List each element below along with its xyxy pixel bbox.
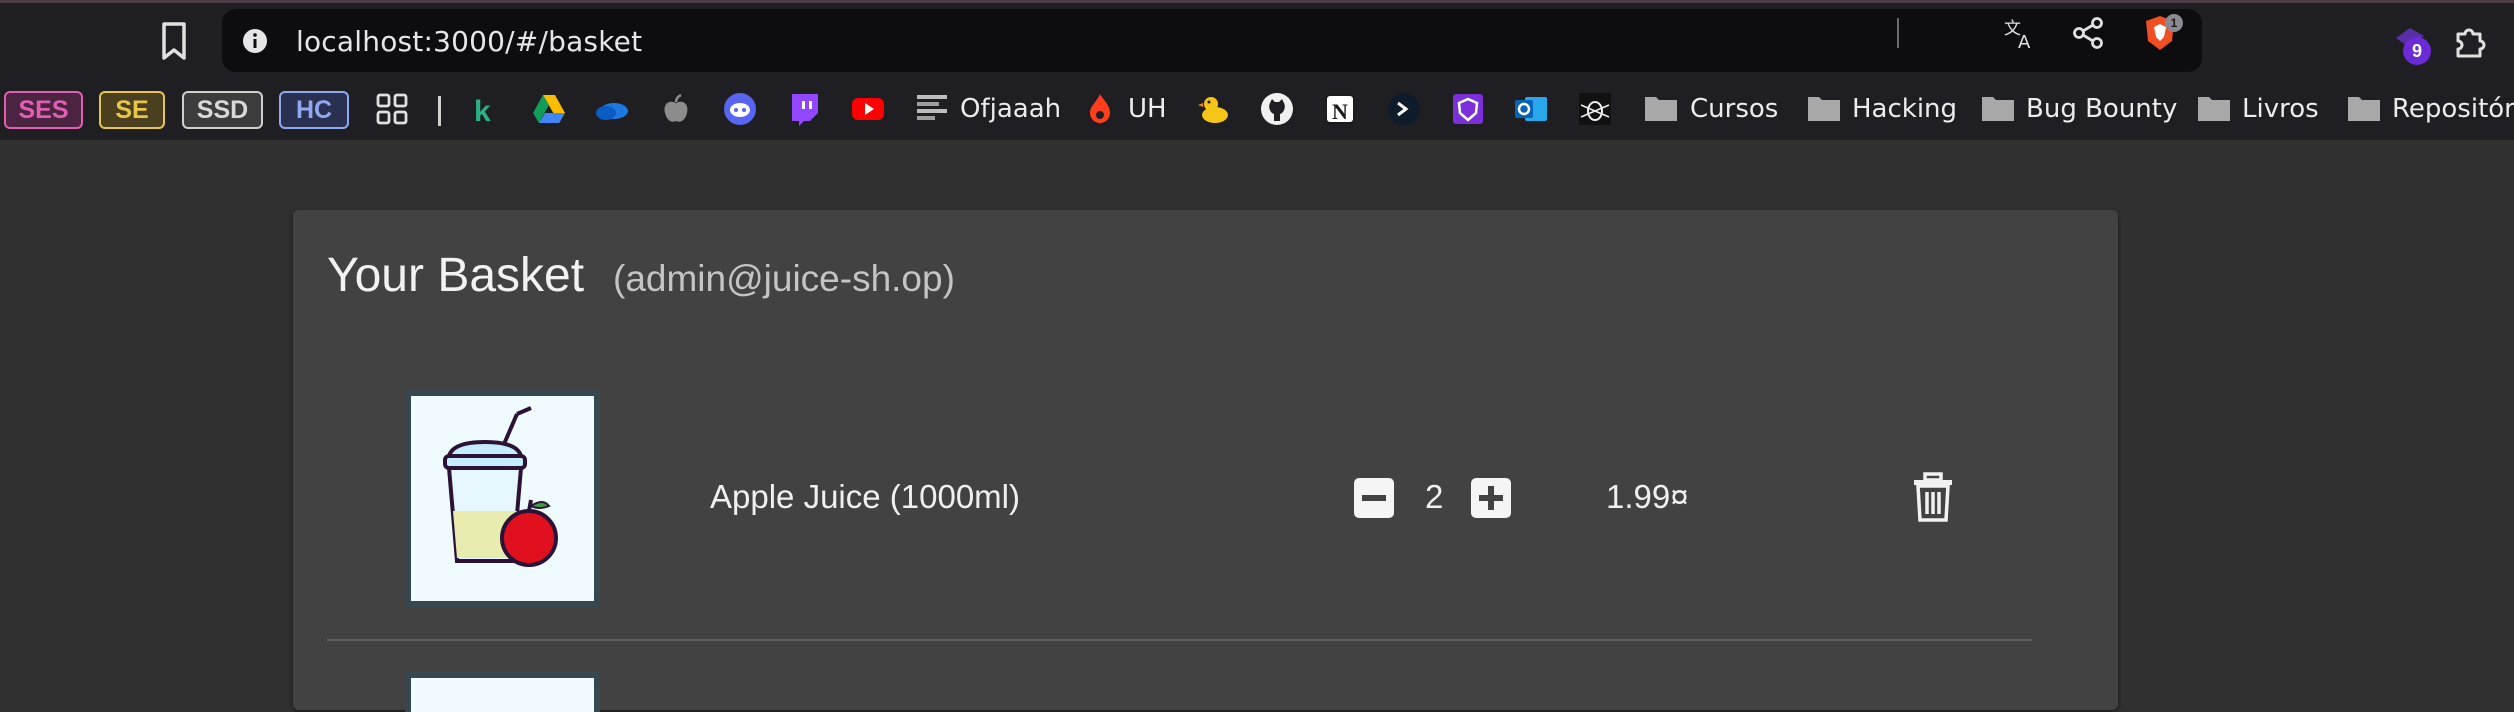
increase-quantity-button[interactable] [1470,477,1512,519]
bug-icon[interactable] [1577,91,1613,127]
folder-icon[interactable] [1980,93,2016,123]
bookmark-se[interactable]: SE [99,91,165,129]
bookmark-folder-cursos[interactable]: Cursos [1690,94,1778,124]
item-divider [327,639,2032,641]
bookmark-uh-label[interactable]: UH [1128,94,1167,124]
url-text[interactable]: localhost:3000/#/basket [296,25,642,58]
juice-cup-illustration [443,406,558,567]
bookmark-ofjaaah-label[interactable]: Ofjaaah [960,94,1061,124]
decrease-quantity-button[interactable] [1353,477,1395,519]
tab-strip-edge [0,0,2514,3]
delete-item-trash-icon[interactable] [1911,472,1955,524]
prompt-icon[interactable] [1386,91,1422,127]
bookmark-folder-repositorios[interactable]: Repositóri [2392,94,2514,124]
apple-icon[interactable] [658,91,694,127]
brave-shield-count: 1 [2165,14,2183,32]
apps-grid-icon[interactable] [374,91,410,127]
extensions-puzzle-icon[interactable] [2448,20,2492,64]
ofjaaah-icon[interactable] [914,91,950,127]
address-bar[interactable]: localhost:3000/#/basket [222,9,2202,72]
hackerone-icon[interactable] [1450,91,1486,127]
bookmark-ssd[interactable]: SSD [182,91,263,129]
bookmark-folder-bug-bounty[interactable]: Bug Bounty [2026,94,2177,124]
bookmark-folder-livros[interactable]: Livros [2242,94,2319,124]
basket-title: Your Basket [327,249,585,302]
folder-icon[interactable] [2346,93,2382,123]
discord-icon[interactable] [722,91,758,127]
product-name: Apple Juice (1000ml) [710,478,1020,515]
notion-icon[interactable]: N [1322,91,1358,127]
svg-text:N: N [1332,99,1348,124]
folder-icon[interactable] [1643,93,1679,123]
bookmark-page-icon[interactable] [156,20,192,62]
onedrive-icon[interactable] [594,91,630,127]
bookmarks-separator [438,96,441,126]
share-icon[interactable] [2070,14,2108,52]
svg-text:k: k [474,95,491,127]
bookmark-ses[interactable]: SES [4,91,83,129]
youtube-icon[interactable] [850,91,886,127]
basket-user-email: (admin@juice-sh.op) [613,258,955,299]
folder-icon[interactable] [1806,93,1842,123]
outlook-icon[interactable] [1513,91,1549,127]
github-icon[interactable] [1259,91,1295,127]
url-divider [1897,18,1899,48]
translate-icon[interactable]: 文 A [2001,14,2039,52]
bookmark-folder-hacking[interactable]: Hacking [1852,94,1957,124]
flame-icon[interactable] [1082,91,1118,127]
next-product-image [405,672,600,712]
kahoot-k-icon[interactable]: k [466,91,502,127]
google-drive-icon[interactable] [531,91,567,127]
product-image [405,390,600,607]
duck-icon[interactable] [1197,91,1233,127]
site-info-icon[interactable] [240,26,270,56]
twitch-icon[interactable] [786,91,822,127]
product-price: 1.99¤ [1606,478,1689,515]
bookmark-hc[interactable]: HC [279,91,349,129]
extension-badge: 9 [2403,37,2431,65]
folder-icon[interactable] [2196,93,2232,123]
product-quantity: 2 [1425,478,1444,515]
svg-text:A: A [2018,32,2031,52]
